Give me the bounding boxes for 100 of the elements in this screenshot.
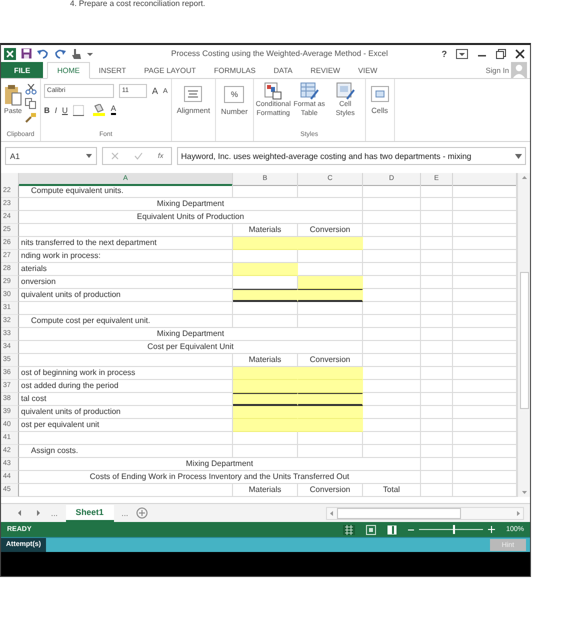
empty-cell[interactable]	[421, 328, 453, 341]
align-center-icon[interactable]	[184, 86, 202, 102]
empty-cell[interactable]	[298, 250, 363, 263]
caret-icon[interactable]	[87, 50, 93, 56]
empty-cell[interactable]	[363, 224, 421, 237]
page-break-icon[interactable]	[387, 524, 398, 534]
empty-cell[interactable]	[421, 484, 453, 497]
table-cell: onversion	[19, 276, 233, 289]
table-cell: tal cost	[19, 393, 233, 406]
help-button[interactable]: ?	[442, 48, 447, 58]
table-cell: quivalent units of production	[19, 289, 233, 302]
empty-cell[interactable]	[363, 263, 421, 276]
window-title: Process Costing using the Weighted-Average Method - Excel	[170, 49, 389, 58]
zoom-in-icon[interactable]	[488, 526, 496, 533]
empty-cell[interactable]	[421, 302, 453, 315]
horizontal-scrollbar[interactable]	[326, 506, 524, 520]
add-sheet-icon[interactable]	[136, 507, 148, 519]
table-cell: nding work in process:	[19, 250, 233, 263]
copy-icon[interactable]	[25, 98, 37, 109]
empty-cell[interactable]	[421, 367, 453, 380]
empty-cell[interactable]	[421, 198, 453, 211]
table-cell: ost of beginning work in process	[19, 367, 233, 380]
empty-cell[interactable]	[421, 406, 453, 419]
empty-cell[interactable]	[363, 354, 421, 367]
empty-cell[interactable]	[421, 276, 453, 289]
input-cell[interactable]	[233, 393, 298, 406]
expand-icon[interactable]	[515, 154, 522, 158]
border-icon[interactable]	[72, 104, 87, 116]
more-sheets-button[interactable]: ...	[122, 508, 128, 518]
empty-cell[interactable]	[421, 354, 453, 367]
scrollbar-thumb[interactable]	[337, 508, 461, 518]
empty-cell[interactable]	[233, 432, 298, 445]
empty-cell[interactable]	[421, 341, 453, 354]
ribbon-display-icon[interactable]	[456, 48, 468, 58]
empty-cell[interactable]	[363, 432, 421, 445]
input-cell[interactable]	[298, 289, 363, 302]
table-icon[interactable]	[299, 82, 320, 100]
table-cell: Cost per Equivalent Unit	[19, 341, 363, 354]
cell-styles-icon[interactable]	[335, 82, 356, 100]
fill-color-icon[interactable]	[92, 104, 106, 116]
empty-cell[interactable]	[233, 302, 298, 315]
table-cell: Conversion	[298, 484, 363, 497]
empty-cell[interactable]	[421, 289, 453, 302]
formula-field[interactable]: Hayword, Inc. uses weighted-average costing and has two departments - mixing	[177, 147, 526, 165]
input-cell[interactable]	[233, 289, 298, 302]
empty-cell[interactable]	[421, 237, 453, 250]
table-cell: Equivalent Units of Production	[19, 211, 363, 224]
empty-cell[interactable]	[298, 302, 363, 315]
empty-cell[interactable]	[421, 185, 453, 198]
restore-icon[interactable]	[496, 48, 506, 58]
empty-cell[interactable]	[421, 250, 453, 263]
empty-cell[interactable]	[421, 432, 453, 445]
instruction-text: 4. Prepare a cost reconciliation report.	[70, 0, 206, 10]
empty-cell[interactable]	[363, 250, 421, 263]
more-sheets-button[interactable]: ...	[51, 508, 58, 518]
empty-cell[interactable]	[421, 224, 453, 237]
cells-icon[interactable]	[370, 86, 389, 102]
column-header[interactable]	[453, 173, 517, 186]
table-cell: ost added during the period	[19, 380, 233, 393]
name-box[interactable]: A1	[5, 147, 97, 165]
brush-icon[interactable]	[25, 112, 37, 123]
cancel-icon[interactable]	[110, 152, 119, 160]
empty-cell[interactable]	[421, 263, 453, 276]
empty-cell[interactable]	[363, 302, 421, 315]
zoom-slider[interactable]	[453, 525, 456, 534]
hand-icon[interactable]	[71, 48, 82, 60]
table-cell: Mixing Department	[19, 458, 421, 471]
close-icon[interactable]	[515, 48, 525, 58]
input-cell[interactable]	[298, 393, 363, 406]
normal-view-icon[interactable]	[343, 524, 356, 534]
conditional-formatting-icon[interactable]	[263, 82, 284, 100]
vertical-scrollbar[interactable]	[517, 173, 530, 497]
scissors-icon[interactable]	[25, 84, 37, 95]
empty-cell[interactable]	[363, 315, 421, 328]
empty-cell[interactable]	[421, 380, 453, 393]
empty-cell[interactable]	[421, 315, 453, 328]
empty-cell[interactable]	[421, 445, 453, 458]
empty-cell[interactable]	[421, 393, 453, 406]
font-color-button[interactable]: A	[110, 105, 116, 115]
select-all-button[interactable]	[1, 173, 19, 186]
empty-cell[interactable]	[421, 211, 453, 224]
table-cell: quivalent units of production	[19, 406, 233, 419]
bold-button[interactable]: B	[44, 106, 50, 114]
table-cell: Mixing Department	[19, 198, 363, 211]
underline-button[interactable]: U	[62, 106, 68, 114]
italic-button[interactable]: I	[54, 106, 58, 114]
check-icon[interactable]	[134, 152, 143, 160]
empty-cell[interactable]	[363, 185, 421, 198]
zoom-out-icon[interactable]	[408, 526, 414, 532]
excel-icon[interactable]	[4, 48, 16, 60]
save-icon[interactable]	[21, 48, 32, 59]
page-layout-icon[interactable]	[366, 524, 376, 534]
empty-cell[interactable]	[298, 432, 363, 445]
table-cell: Total	[363, 484, 421, 497]
undo-icon[interactable]	[37, 48, 49, 59]
redo-icon[interactable]	[54, 48, 66, 59]
sheet-tab[interactable]: Sheet1	[66, 504, 114, 522]
grow-font-button[interactable]: A	[152, 86, 158, 96]
scrollbar-thumb[interactable]	[520, 272, 528, 409]
empty-cell[interactable]	[421, 419, 453, 432]
